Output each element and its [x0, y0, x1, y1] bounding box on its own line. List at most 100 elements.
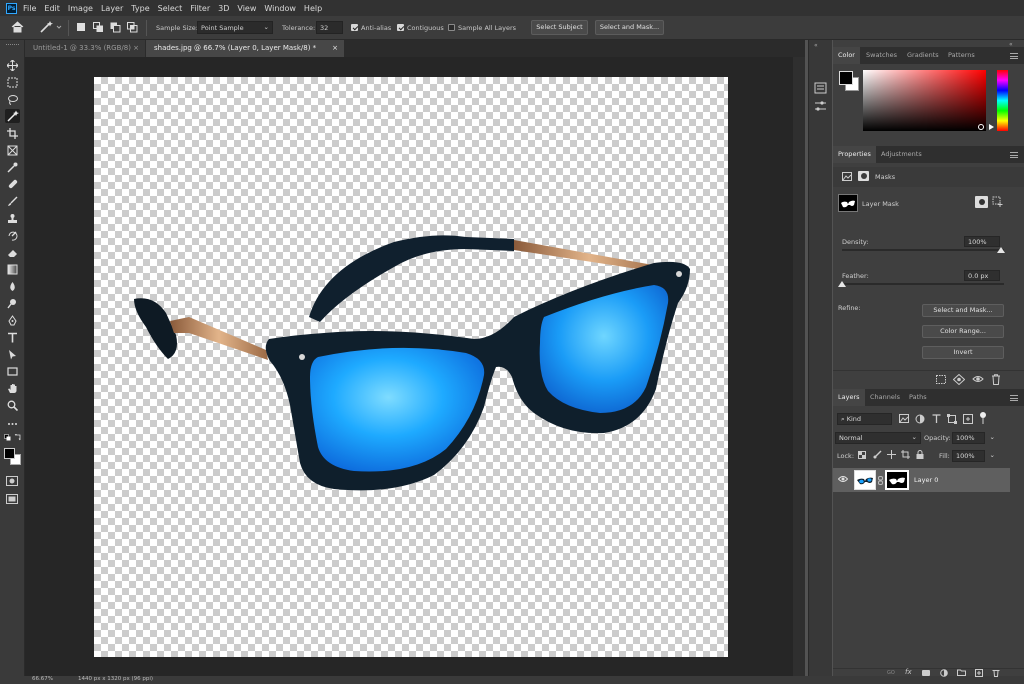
- new-selection-icon[interactable]: [76, 22, 86, 32]
- eyedropper-tool-icon[interactable]: [5, 160, 20, 174]
- delete-mask-icon[interactable]: [991, 374, 1001, 385]
- chevron-down-icon[interactable]: ⌄: [990, 451, 995, 459]
- panel-menu-icon[interactable]: [1010, 53, 1018, 59]
- eraser-tool-icon[interactable]: [5, 245, 20, 259]
- delete-layer-icon[interactable]: [992, 669, 1000, 677]
- screen-mode-icon[interactable]: [6, 494, 18, 504]
- tab-untitled-1[interactable]: Untitled-1 @ 33.3% (RGB/8) ×: [25, 40, 145, 57]
- gradient-tool-icon[interactable]: [5, 262, 20, 276]
- quick-mask-icon[interactable]: [6, 476, 18, 486]
- filter-toggle-icon[interactable]: [979, 412, 987, 424]
- lock-all-icon[interactable]: [916, 450, 924, 459]
- menu-file[interactable]: File: [23, 4, 36, 13]
- add-layer-mask-icon[interactable]: [922, 670, 930, 676]
- layer-visibility-eye-icon[interactable]: [838, 475, 848, 483]
- menu-3d[interactable]: 3D: [218, 4, 229, 13]
- dodge-tool-icon[interactable]: [5, 296, 20, 310]
- pen-tool-icon[interactable]: [5, 313, 20, 327]
- layer-row-layer-0[interactable]: Layer 0: [833, 468, 1010, 492]
- link-layers-icon[interactable]: GO: [887, 670, 895, 676]
- menu-type[interactable]: Type: [131, 4, 149, 13]
- history-brush-tool-icon[interactable]: [5, 228, 20, 242]
- filter-type-icon[interactable]: [932, 414, 941, 423]
- menu-edit[interactable]: Edit: [44, 4, 60, 13]
- color-picker-handle[interactable]: [978, 124, 984, 130]
- color-field[interactable]: [863, 70, 986, 131]
- blur-tool-icon[interactable]: [5, 279, 20, 293]
- more-tools-icon[interactable]: [5, 417, 20, 431]
- home-icon[interactable]: [11, 21, 24, 33]
- select-and-mask-button[interactable]: Select and Mask...: [922, 304, 1004, 317]
- color-foreground-swatch[interactable]: [839, 71, 853, 85]
- menu-select[interactable]: Select: [158, 4, 183, 13]
- menu-filter[interactable]: Filter: [190, 4, 210, 13]
- menu-window[interactable]: Window: [264, 4, 296, 13]
- lock-position-icon[interactable]: [887, 450, 896, 459]
- menu-help[interactable]: Help: [304, 4, 322, 13]
- type-tool-icon[interactable]: [5, 330, 20, 344]
- tab-adjustments[interactable]: Adjustments: [876, 146, 927, 163]
- select-subject-button[interactable]: Select Subject: [531, 20, 588, 35]
- panel-menu-icon[interactable]: [1010, 395, 1018, 401]
- foreground-color-swatch[interactable]: [4, 448, 15, 459]
- feather-slider-handle[interactable]: [838, 281, 846, 287]
- magic-wand-tool-preset-icon[interactable]: [39, 20, 63, 34]
- clone-stamp-tool-icon[interactable]: [5, 211, 20, 225]
- filter-pixel-icon[interactable]: [899, 414, 909, 423]
- select-mask-icon[interactable]: [975, 196, 988, 208]
- contiguous-checkbox[interactable]: [397, 24, 404, 31]
- zoom-level[interactable]: 66.67%: [32, 676, 53, 682]
- lasso-tool-icon[interactable]: [5, 92, 20, 106]
- tab-paths[interactable]: Paths: [904, 389, 932, 406]
- load-selection-icon[interactable]: [936, 375, 946, 384]
- pixel-mask-icon[interactable]: [842, 172, 852, 181]
- filter-adjustment-icon[interactable]: [915, 414, 925, 424]
- density-slider-handle[interactable]: [997, 247, 1005, 253]
- tab-properties[interactable]: Properties: [833, 146, 876, 163]
- panel-menu-icon[interactable]: [1010, 152, 1018, 158]
- add-vector-mask-icon[interactable]: [992, 196, 1004, 208]
- tab-channels[interactable]: Channels: [865, 389, 905, 406]
- marquee-tool-icon[interactable]: [5, 75, 20, 89]
- close-icon[interactable]: ×: [133, 40, 139, 57]
- layer-mask-thumbnail-selected[interactable]: [885, 470, 909, 490]
- hand-tool-icon[interactable]: [5, 381, 20, 395]
- layer-filter-select[interactable]: ⌕ Kind: [837, 413, 892, 425]
- tab-swatches[interactable]: Swatches: [861, 47, 902, 64]
- vertical-scrollbar[interactable]: [793, 57, 805, 676]
- menu-image[interactable]: Image: [68, 4, 93, 13]
- vector-mask-icon[interactable]: [858, 171, 869, 181]
- feather-input[interactable]: 0.0 px: [964, 270, 1000, 281]
- magic-wand-tool-icon[interactable]: [5, 109, 20, 123]
- hue-slider[interactable]: [997, 70, 1008, 131]
- tab-layers[interactable]: Layers: [833, 389, 865, 406]
- adjustments-panel-icon[interactable]: [814, 100, 827, 112]
- filter-shape-icon[interactable]: [947, 414, 957, 424]
- new-group-icon[interactable]: [957, 669, 966, 676]
- density-input[interactable]: 100%: [964, 236, 1000, 247]
- tab-patterns[interactable]: Patterns: [943, 47, 980, 64]
- brush-tool-icon[interactable]: [5, 194, 20, 208]
- tolerance-input[interactable]: 32: [316, 21, 343, 34]
- feather-slider-track[interactable]: [842, 283, 1004, 285]
- invert-button[interactable]: Invert: [922, 346, 1004, 359]
- history-panel-icon[interactable]: [814, 82, 827, 94]
- hue-slider-handle[interactable]: [989, 124, 994, 130]
- menu-view[interactable]: View: [237, 4, 256, 13]
- menu-layer[interactable]: Layer: [101, 4, 123, 13]
- add-to-selection-icon[interactable]: [93, 22, 104, 33]
- crop-tool-icon[interactable]: [5, 126, 20, 140]
- swap-colors-icon[interactable]: [14, 434, 21, 441]
- zoom-tool-icon[interactable]: [5, 398, 20, 412]
- subtract-from-selection-icon[interactable]: [110, 22, 121, 33]
- move-tool-icon[interactable]: [5, 58, 20, 72]
- anti-alias-checkbox[interactable]: [351, 24, 358, 31]
- select-and-mask-button[interactable]: Select and Mask...: [595, 20, 664, 35]
- apply-mask-icon[interactable]: [953, 374, 965, 385]
- intersect-selection-icon[interactable]: [127, 22, 138, 33]
- lock-transparent-pixels-icon[interactable]: [858, 451, 866, 459]
- frame-tool-icon[interactable]: [5, 143, 20, 157]
- sample-size-select[interactable]: Point Sample ⌄: [197, 21, 273, 34]
- canvas[interactable]: [94, 77, 728, 657]
- close-icon[interactable]: ×: [332, 40, 338, 57]
